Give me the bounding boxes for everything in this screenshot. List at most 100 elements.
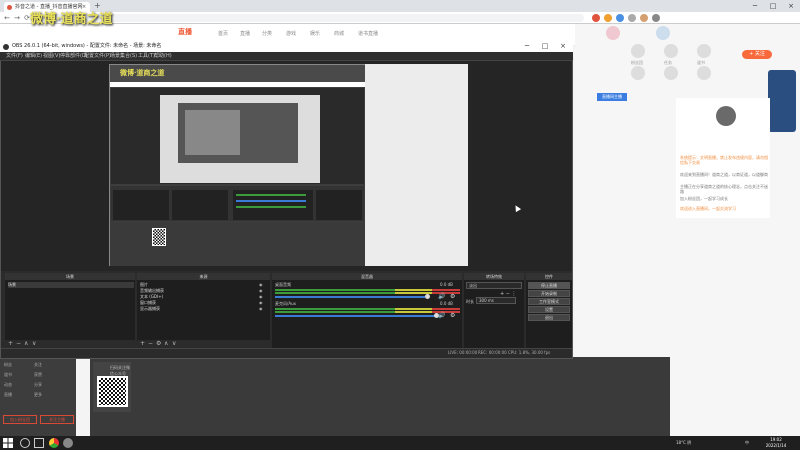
more-icon[interactable] (697, 66, 711, 80)
source-item[interactable]: 显示器捕获 (140, 306, 160, 312)
menu-edit[interactable]: 编辑(E) (25, 52, 42, 61)
settings-button[interactable]: 设置 (528, 306, 570, 313)
info-row: 关注 (34, 362, 42, 367)
transitions-dock-title: 转场特效 (464, 273, 524, 280)
windows-start-icon[interactable] (3, 438, 13, 448)
rec-status: REC: 00:00:00 (478, 350, 507, 355)
side-banner[interactable] (768, 70, 796, 132)
share-icon[interactable] (631, 66, 645, 80)
url-input[interactable] (44, 14, 584, 22)
join-fan-club-button[interactable]: 加入粉丝团 (3, 415, 37, 424)
mixer-channel-name: 桌面音频 (275, 282, 291, 287)
controls-dock-title: 控件 (526, 273, 572, 280)
nav-link[interactable]: 商城 (334, 30, 344, 37)
menu-icon[interactable] (652, 14, 660, 22)
scene-item[interactable]: 场景 (8, 282, 134, 288)
obs-maximize-button[interactable]: □ (536, 41, 554, 52)
remove-icon[interactable]: − (16, 340, 21, 347)
audio-meter (275, 308, 460, 310)
weather[interactable]: 18°C 阴 (676, 436, 691, 450)
speaker-icon[interactable]: 🔊 (438, 293, 445, 300)
audio-meter (275, 289, 460, 291)
obs-title-bar: OBS 26.0.1 (64-bit, windows) - 配置文件: 未命名… (0, 41, 573, 52)
nested-capture (185, 110, 240, 155)
menu-file[interactable]: 文件(F) (6, 52, 23, 61)
forward-icon[interactable]: → (12, 12, 22, 24)
profile-avatar[interactable] (640, 14, 648, 22)
clock-date: 2022/1/14 (765, 443, 787, 448)
volume-slider[interactable] (275, 296, 425, 298)
heart-icon[interactable] (664, 66, 678, 80)
obs-taskbar-icon[interactable] (63, 438, 73, 448)
back-icon[interactable]: ← (2, 12, 12, 24)
stop-streaming-button[interactable]: 停止直播 (528, 282, 570, 289)
gear-icon[interactable]: ⚙ (450, 293, 455, 300)
move-down-icon[interactable]: ∨ (32, 340, 36, 347)
maximize-button[interactable]: □ (764, 0, 782, 12)
menu-view[interactable]: 视图(V) (43, 52, 60, 61)
captured-meter (236, 194, 306, 196)
nav-link[interactable]: 首页 (218, 30, 228, 37)
input-language[interactable]: 中 (745, 436, 749, 450)
close-window-button[interactable]: × (782, 0, 800, 12)
remove-icon[interactable]: − (148, 340, 153, 347)
chat-message: 加入粉丝团，一起学习成长 (680, 196, 728, 201)
speaker-icon[interactable]: 🔊 (438, 312, 445, 319)
duration-input[interactable]: 300 ms (476, 297, 516, 304)
exit-button[interactable]: 退出 (528, 314, 570, 321)
menu-profile[interactable]: 配置文件(P) (84, 52, 111, 61)
volume-slider-handle[interactable] (425, 294, 430, 299)
browser-tab-bar (0, 0, 800, 12)
site-logo[interactable]: 直播 (178, 27, 206, 39)
add-icon[interactable]: + (140, 340, 145, 347)
avatar[interactable] (606, 26, 620, 40)
mixer-channel-db: 0.0 dB (440, 282, 453, 287)
menu-tools[interactable]: 工具(T) (138, 52, 155, 61)
gear-icon[interactable]: ⚙ (450, 312, 455, 319)
fan-club-icon[interactable] (631, 44, 645, 58)
stream-overlay-title: 微博·道商之道 (30, 12, 113, 27)
start-recording-button[interactable]: 开始录制 (528, 290, 570, 297)
captured-meter (236, 206, 306, 208)
task-icon[interactable] (664, 44, 678, 58)
follow-button[interactable]: + 关注 (742, 50, 772, 59)
obs-close-button[interactable]: × (554, 41, 572, 52)
move-up-icon[interactable]: ∧ (24, 340, 28, 347)
live-badge[interactable]: 直播间主播 (597, 93, 627, 101)
nav-link[interactable]: 分类 (262, 30, 272, 37)
book-icon[interactable] (697, 44, 711, 58)
visibility-icon[interactable]: ◉ ◉ ◉ ◉ ◉ (259, 282, 268, 312)
extension-icon[interactable] (592, 14, 600, 22)
move-up-icon[interactable]: ∧ (164, 340, 168, 347)
extension-icon[interactable] (604, 14, 612, 22)
minimize-button[interactable]: ─ (746, 0, 764, 12)
nav-link[interactable]: 道书直播 (358, 30, 378, 37)
obs-minimize-button[interactable]: ─ (518, 41, 536, 52)
info-row: 粉丝 (4, 362, 12, 367)
extension-icon[interactable] (628, 14, 636, 22)
captured-obs-title (110, 82, 365, 87)
extension-icon[interactable] (616, 14, 624, 22)
streamer-avatar[interactable] (716, 106, 736, 126)
menu-scene-collection[interactable]: 场景集合(S) (110, 52, 137, 61)
follow-streamer-button[interactable]: 关注主播 (40, 415, 74, 424)
studio-mode-button[interactable]: 工作室模式 (528, 298, 570, 305)
nav-link[interactable]: 游戏 (286, 30, 296, 37)
search-icon[interactable] (20, 438, 30, 448)
nav-link[interactable]: 直播 (240, 30, 250, 37)
avatar[interactable] (656, 26, 670, 40)
info-row: 直播 (4, 392, 12, 397)
add-icon[interactable]: + (8, 340, 13, 347)
clock[interactable]: 19:02 2022/1/14 (760, 437, 792, 449)
page-dark-section (90, 357, 670, 437)
move-down-icon[interactable]: ∨ (172, 340, 176, 347)
qr-code (97, 376, 128, 407)
chrome-icon[interactable] (49, 438, 59, 448)
chat-footer: 欢迎进入直播间，一起交流学习 (680, 206, 736, 211)
menu-help[interactable]: 帮助(H) (154, 52, 172, 61)
gear-icon[interactable]: ⚙ (156, 340, 161, 347)
task-view-icon[interactable] (34, 438, 44, 448)
transition-select[interactable]: 淡出 (466, 282, 522, 289)
nav-link[interactable]: 娱乐 (310, 30, 320, 37)
volume-slider[interactable] (275, 315, 435, 317)
